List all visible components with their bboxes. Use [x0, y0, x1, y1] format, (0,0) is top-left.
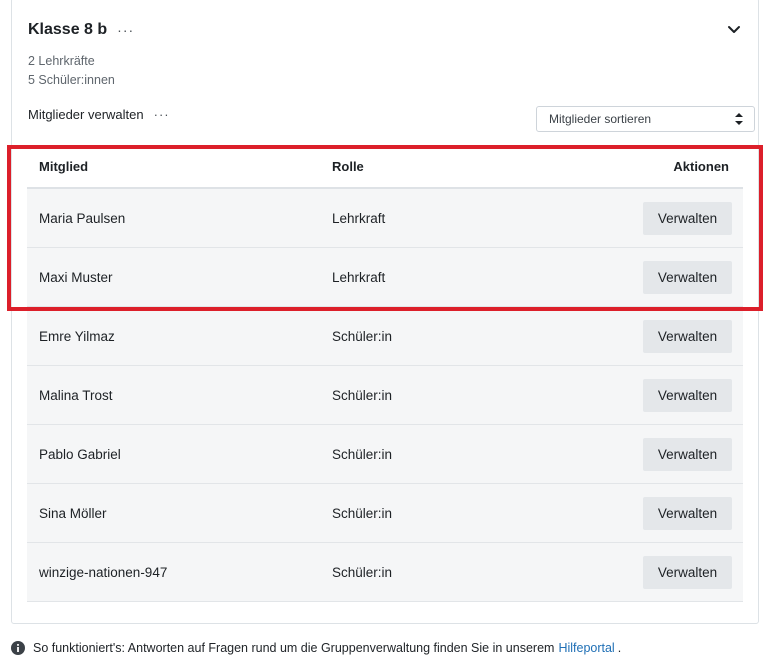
- member-role: Schüler:in: [332, 564, 393, 580]
- member-name: Maxi Muster: [39, 269, 113, 285]
- manage-member-button[interactable]: Verwalten: [643, 201, 732, 235]
- member-role: Lehrkraft: [332, 269, 386, 285]
- sort-updown-icon: [735, 113, 743, 125]
- student-count: 5 Schüler:innen: [28, 73, 115, 87]
- group-header: Klasse 8 b ···: [28, 21, 134, 39]
- table-row: Maxi Muster Lehrkraft Verwalten: [27, 248, 743, 307]
- member-role: Schüler:in: [332, 328, 393, 344]
- manage-members-label: Mitglieder verwalten: [28, 107, 144, 122]
- sort-members-select[interactable]: Mitglieder sortieren: [536, 106, 755, 132]
- group-title: Klasse 8 b: [28, 21, 108, 38]
- member-name: Maria Paulsen: [39, 210, 126, 226]
- info-icon: [11, 641, 25, 655]
- table-row: Maria Paulsen Lehrkraft Verwalten: [27, 189, 743, 248]
- header-role: Rolle: [332, 158, 364, 174]
- help-footer: So funktioniert's: Antworten auf Fragen …: [11, 641, 621, 655]
- table-row: Emre Yilmaz Schüler:in Verwalten: [27, 307, 743, 366]
- member-name: winzige-nationen-947: [39, 564, 168, 580]
- header-actions: Aktionen: [673, 158, 729, 174]
- member-name: Malina Trost: [39, 387, 113, 403]
- table-header: Mitglied Rolle Aktionen: [27, 145, 743, 189]
- manage-more-dots-icon[interactable]: ···: [154, 108, 170, 121]
- table-row: Sina Möller Schüler:in Verwalten: [27, 484, 743, 543]
- manage-members-row: Mitglieder verwalten ···: [28, 107, 170, 122]
- table-row: winzige-nationen-947 Schüler:in Verwalte…: [27, 543, 743, 602]
- header-member: Mitglied: [39, 158, 89, 174]
- member-role: Schüler:in: [332, 387, 393, 403]
- manage-member-button[interactable]: Verwalten: [643, 319, 732, 353]
- chevron-down-icon[interactable]: [726, 21, 742, 37]
- table-row: Pablo Gabriel Schüler:in Verwalten: [27, 425, 743, 484]
- sort-members-label: Mitglieder sortieren: [549, 112, 652, 126]
- member-name: Pablo Gabriel: [39, 446, 121, 462]
- manage-member-button[interactable]: Verwalten: [643, 260, 732, 294]
- members-table: Mitglied Rolle Aktionen Maria Paulsen Le…: [27, 145, 743, 602]
- member-role: Lehrkraft: [332, 210, 386, 226]
- manage-member-button[interactable]: Verwalten: [643, 378, 732, 412]
- member-role: Schüler:in: [332, 446, 393, 462]
- member-role: Schüler:in: [332, 505, 393, 521]
- member-name: Sina Möller: [39, 505, 107, 521]
- manage-member-button[interactable]: Verwalten: [643, 437, 732, 471]
- teacher-count: 2 Lehrkräfte: [28, 54, 95, 68]
- help-portal-link[interactable]: Hilfeportal: [558, 641, 614, 655]
- help-suffix: .: [617, 641, 622, 655]
- manage-member-button[interactable]: Verwalten: [643, 555, 732, 589]
- member-name: Emre Yilmaz: [39, 328, 115, 344]
- table-row: Malina Trost Schüler:in Verwalten: [27, 366, 743, 425]
- group-more-dots-icon[interactable]: ···: [117, 23, 134, 37]
- help-text: So funktioniert's: Antworten auf Fragen …: [33, 641, 555, 655]
- manage-member-button[interactable]: Verwalten: [643, 496, 732, 530]
